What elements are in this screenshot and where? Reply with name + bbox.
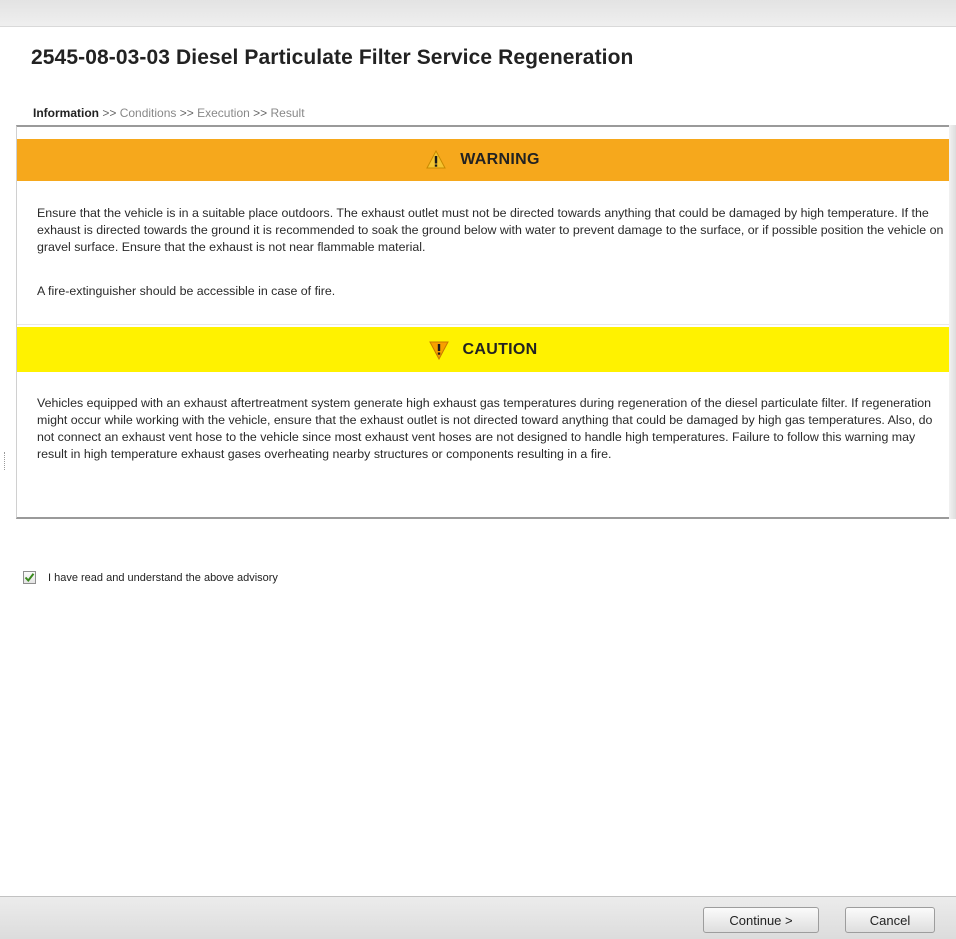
cancel-button[interactable]: Cancel	[845, 907, 935, 933]
acknowledgement-checkbox[interactable]	[23, 571, 36, 584]
page-title: 2545-08-03-03 Diesel Particulate Filter …	[31, 46, 634, 69]
warning-text-main: Ensure that the vehicle is in a suitable…	[37, 206, 944, 254]
exclamation-caution-icon	[428, 340, 449, 360]
acknowledgement-label: I have read and understand the above adv…	[48, 571, 278, 584]
caution-label: CAUTION	[462, 340, 538, 358]
breadcrumb-step-execution: Execution	[197, 106, 250, 120]
acknowledgement-row[interactable]: I have read and understand the above adv…	[23, 571, 278, 584]
breadcrumb-separator: >>	[179, 106, 194, 120]
checkmark-icon	[24, 573, 35, 583]
breadcrumb-step-conditions: Conditions	[119, 106, 177, 120]
breadcrumb: Information >> Conditions >> Execution >…	[33, 106, 305, 120]
caution-banner: CAUTION	[17, 327, 949, 372]
breadcrumb-step-result: Result	[270, 106, 305, 120]
continue-button[interactable]: Continue >	[703, 907, 819, 933]
warning-text-fire: A fire-extinguisher should be accessible…	[37, 284, 336, 298]
breadcrumb-separator: >>	[102, 106, 117, 120]
window-top-strip	[0, 0, 956, 27]
warning-label: WARNING	[460, 151, 540, 168]
caution-text: Vehicles equipped with an exhaust aftert…	[37, 396, 933, 461]
section-divider	[17, 324, 949, 325]
exclamation-warning-icon	[426, 150, 447, 170]
panel-scroll-shade	[949, 125, 956, 519]
warning-banner: WARNING	[17, 139, 949, 181]
resize-grip[interactable]	[4, 452, 7, 470]
breadcrumb-separator: >>	[253, 106, 268, 120]
breadcrumb-step-information: Information	[33, 106, 99, 120]
